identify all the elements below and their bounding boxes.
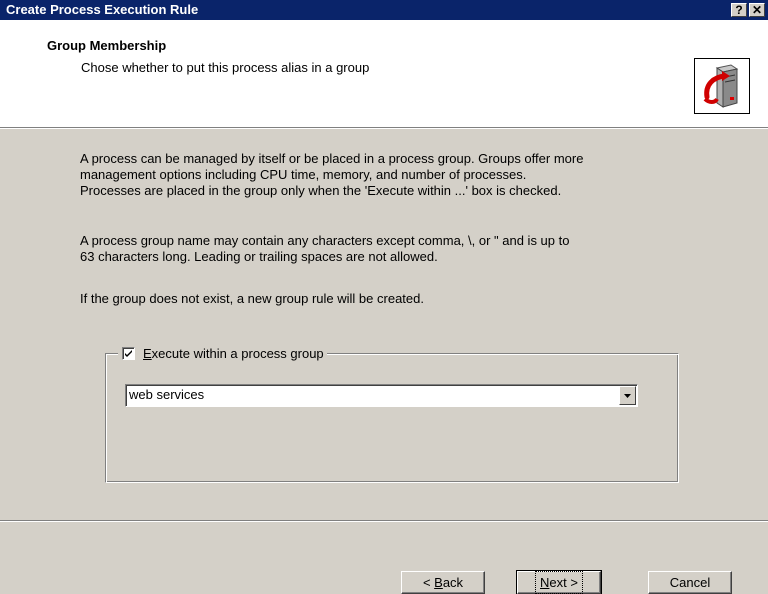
header-divider — [0, 128, 768, 129]
cancel-button[interactable]: Cancel — [648, 571, 732, 594]
dropdown-button[interactable] — [619, 386, 636, 405]
help-button[interactable]: ? — [731, 3, 747, 17]
checkbox-box[interactable] — [122, 346, 135, 360]
checkbox-label: Execute within a process group — [143, 345, 324, 361]
process-group-box — [105, 353, 679, 483]
close-button[interactable]: ✕ — [749, 3, 765, 17]
checkmark-icon — [125, 349, 132, 357]
process-group-combobox[interactable]: web services — [125, 384, 638, 407]
next-button[interactable]: Next > — [516, 570, 602, 594]
page-subtitle: Chose whether to put this process alias … — [81, 60, 370, 75]
new-group-note: If the group does not exist, a new group… — [80, 291, 424, 306]
dropdown-arrow-icon — [624, 394, 631, 398]
title-bar: Create Process Execution Rule ? ✕ — [0, 0, 768, 20]
footer-separator-highlight — [0, 521, 768, 522]
window-title: Create Process Execution Rule — [6, 2, 199, 17]
page-title: Group Membership — [47, 38, 167, 53]
back-button[interactable]: < Back — [401, 571, 485, 594]
execute-within-group-checkbox[interactable]: Execute within a process group — [118, 344, 327, 362]
combo-value: web services — [129, 387, 205, 402]
naming-rules-paragraph: A process group name may contain any cha… — [80, 233, 570, 264]
close-icon: ✕ — [751, 3, 763, 17]
intro-paragraph: A process can be managed by itself or be… — [80, 151, 584, 198]
process-server-icon — [694, 58, 750, 114]
